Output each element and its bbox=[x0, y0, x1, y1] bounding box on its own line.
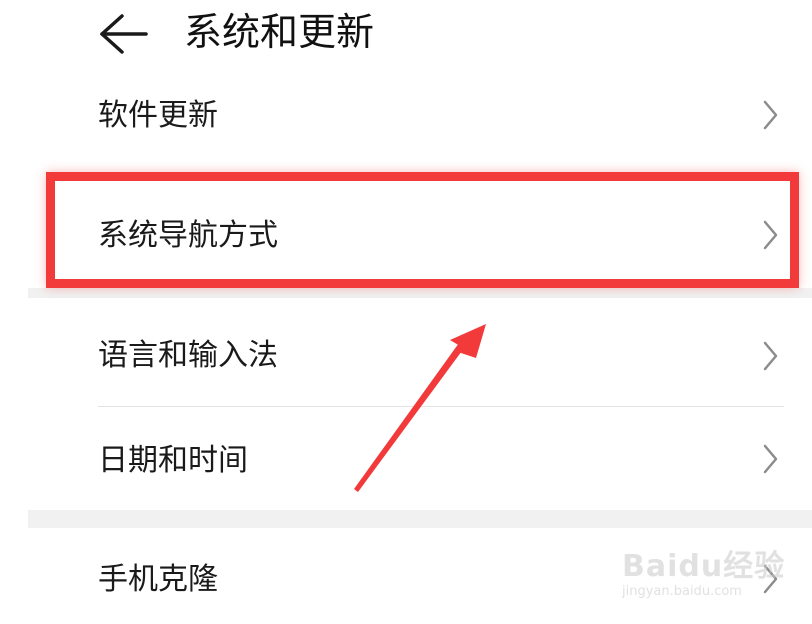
header-bar: 系统和更新 bbox=[0, 0, 812, 70]
chevron-right-icon bbox=[763, 100, 778, 130]
settings-item-label: 手机克隆 bbox=[98, 562, 218, 597]
chevron-right-icon bbox=[763, 564, 778, 594]
settings-item-date-time[interactable]: 日期和时间 bbox=[0, 407, 812, 510]
settings-page: 系统和更新 软件更新 系统导航方式 语言和输入法 日期和时间 手机克隆 Baid… bbox=[0, 0, 812, 624]
chevron-right-icon bbox=[763, 341, 778, 371]
settings-item-label: 系统导航方式 bbox=[98, 218, 278, 253]
settings-item-label: 语言和输入法 bbox=[98, 338, 278, 373]
settings-item-software-update[interactable]: 软件更新 bbox=[0, 70, 812, 162]
back-button[interactable] bbox=[92, 8, 152, 60]
arrow-left-icon bbox=[100, 14, 148, 54]
page-title: 系统和更新 bbox=[184, 10, 375, 54]
settings-item-label: 日期和时间 bbox=[98, 443, 248, 478]
settings-item-label: 软件更新 bbox=[98, 98, 218, 133]
settings-item-system-navigation[interactable]: 系统导航方式 bbox=[0, 180, 812, 288]
settings-item-phone-clone[interactable]: 手机克隆 bbox=[0, 528, 812, 624]
group-separator bbox=[28, 288, 812, 298]
chevron-right-icon bbox=[763, 444, 778, 474]
chevron-right-icon bbox=[763, 220, 778, 250]
settings-item-language-input[interactable]: 语言和输入法 bbox=[0, 306, 812, 406]
group-separator bbox=[28, 510, 812, 528]
